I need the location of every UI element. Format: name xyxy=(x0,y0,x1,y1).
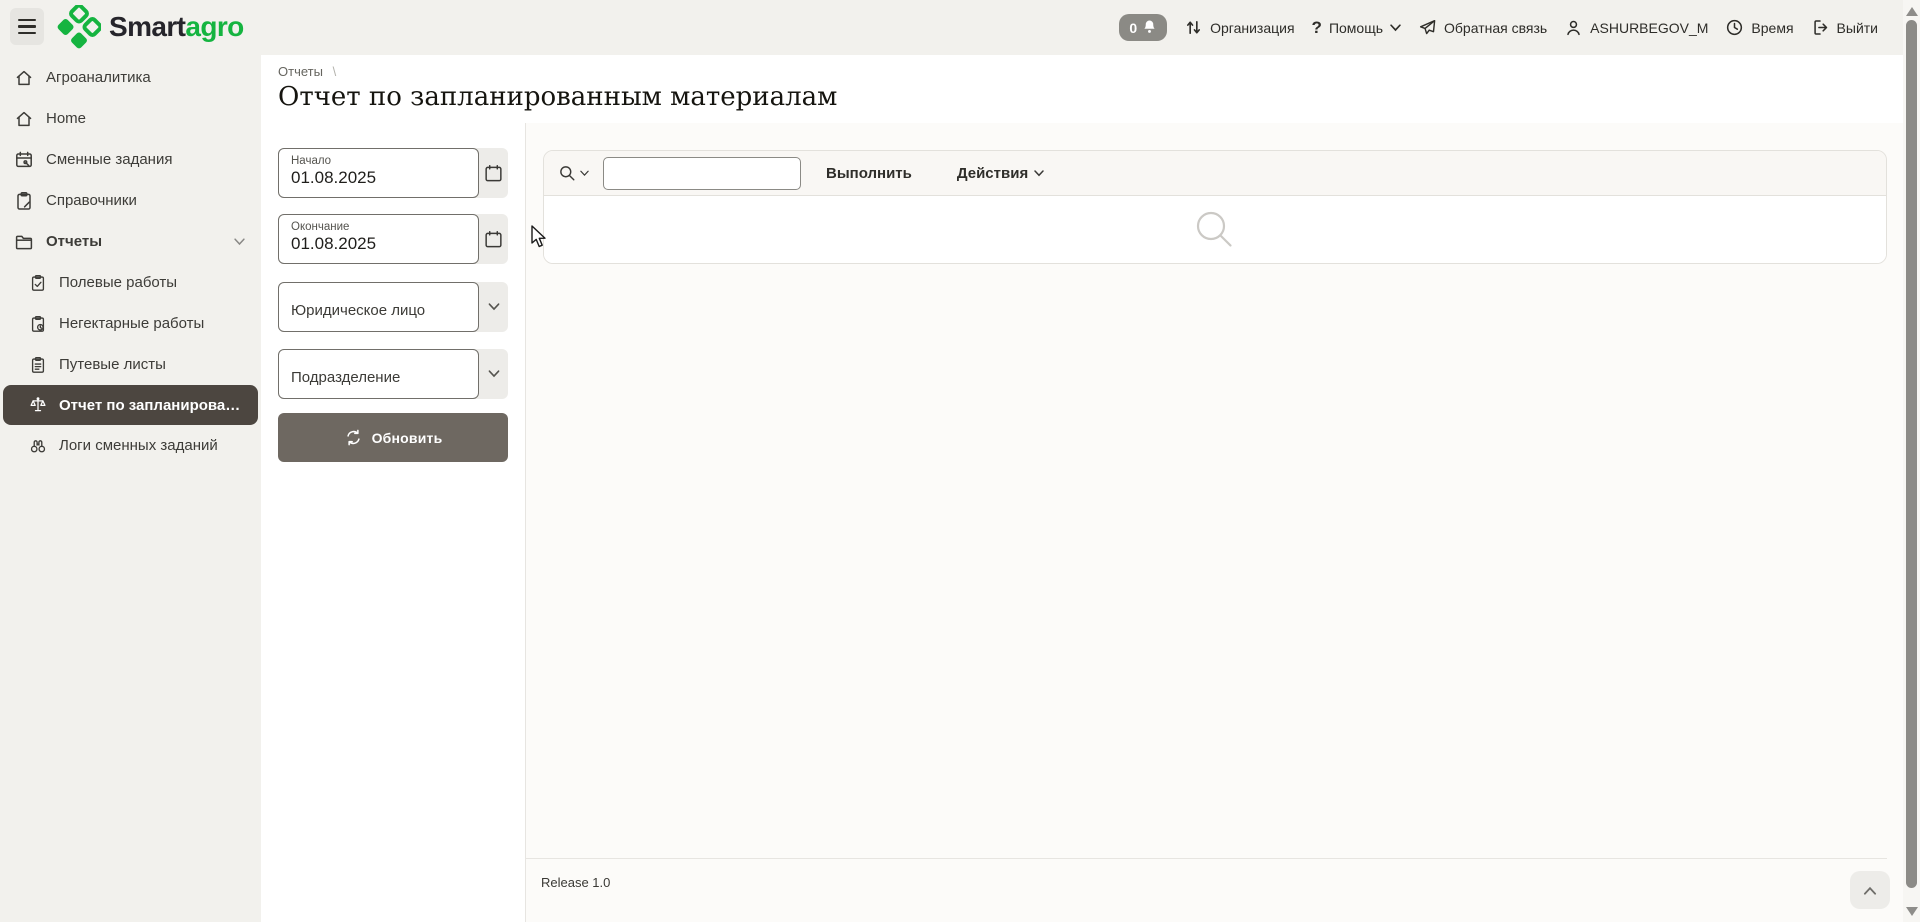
clipboard-clock-icon xyxy=(29,315,47,333)
sidebar-item-reports[interactable]: Отчеты xyxy=(0,221,261,262)
calendar-icon xyxy=(483,163,504,184)
organization-menu-item[interactable]: Организация xyxy=(1184,18,1294,37)
start-date-input[interactable]: Начало 01.08.2025 xyxy=(278,148,479,198)
hamburger-icon xyxy=(18,19,36,21)
clipboard-list-icon xyxy=(29,356,47,374)
release-version: Release 1.0 xyxy=(541,875,610,890)
division-placeholder: Подразделение xyxy=(291,369,400,386)
binoculars-icon xyxy=(29,437,47,455)
chevron-down-icon xyxy=(580,170,589,177)
scales-icon xyxy=(29,396,47,414)
page-footer: Release 1.0 xyxy=(526,858,1887,890)
header-actions: 0 Организация ? Помощь xyxy=(1119,0,1878,55)
user-menu-item[interactable]: ASHURBEGOV_M xyxy=(1564,18,1708,37)
search-options-button[interactable] xyxy=(558,164,589,183)
feedback-menu-item[interactable]: Обратная связь xyxy=(1418,18,1547,37)
legal-entity-dropdown-button[interactable] xyxy=(479,282,508,332)
refresh-button[interactable]: Обновить xyxy=(278,413,508,462)
clipboard-check-icon xyxy=(29,274,47,292)
paper-plane-icon xyxy=(1418,18,1437,37)
logout-menu-item[interactable]: Выйти xyxy=(1811,18,1878,37)
time-menu-item[interactable]: Время xyxy=(1725,18,1793,37)
end-date-calendar-button[interactable] xyxy=(479,214,508,264)
scrollbar-down-arrow[interactable] xyxy=(1906,907,1918,916)
sidebar-item-planned-materials-report[interactable]: Отчет по запланированным ... xyxy=(3,385,258,425)
chevron-down-icon xyxy=(1390,24,1401,32)
content-row: Начало 01.08.2025 Окончание 01.08.2025 xyxy=(261,123,1920,922)
clock-icon xyxy=(1725,18,1744,37)
start-date-calendar-button[interactable] xyxy=(479,148,508,198)
sidebar-item-shift-tasks[interactable]: Сменные задания xyxy=(0,139,261,180)
menu-toggle-button[interactable] xyxy=(10,8,44,45)
swap-arrows-icon xyxy=(1184,18,1203,37)
report-search-input[interactable] xyxy=(603,157,801,190)
end-date-label: Окончание xyxy=(291,221,478,233)
sidebar-item-field-works[interactable]: Полевые работы xyxy=(0,262,261,303)
legal-entity-field: Юридическое лицо xyxy=(278,282,508,332)
end-date-value: 01.08.2025 xyxy=(291,234,478,254)
division-select[interactable]: Подразделение xyxy=(278,349,479,399)
chevron-down-icon xyxy=(234,238,245,246)
main-content: Отчеты \ Отчет по запланированным матери… xyxy=(261,55,1920,922)
chevron-down-icon xyxy=(1034,170,1044,177)
app-logo[interactable]: Smartagro xyxy=(57,5,244,49)
notification-count-badge: 0 xyxy=(1129,20,1137,36)
sidebar-nav: Агроаналитика Home Сменные задания Справ… xyxy=(0,55,261,922)
division-field: Подразделение xyxy=(278,349,508,399)
notifications-button[interactable]: 0 xyxy=(1119,14,1167,41)
refresh-icon xyxy=(344,428,363,447)
sidebar-item-agroanalytics[interactable]: Агроаналитика xyxy=(0,57,261,98)
folder-icon xyxy=(14,232,34,252)
legal-entity-placeholder: Юридическое лицо xyxy=(291,302,425,319)
end-date-field: Окончание 01.08.2025 xyxy=(278,214,508,264)
start-date-field: Начало 01.08.2025 xyxy=(278,148,508,198)
scroll-to-top-button[interactable] xyxy=(1850,871,1890,909)
home-icon xyxy=(14,68,34,88)
app-header: Smartagro 0 Организация ? Помощь xyxy=(0,0,1920,55)
chevron-down-icon xyxy=(488,370,500,378)
end-date-input[interactable]: Окончание 01.08.2025 xyxy=(278,214,479,264)
report-region: Выполнить Действия Release 1.0 xyxy=(525,123,1920,922)
bell-icon xyxy=(1141,19,1158,36)
logo-text: Smartagro xyxy=(109,11,244,43)
clipboard-edit-icon xyxy=(14,191,34,211)
search-placeholder-icon xyxy=(1192,207,1238,253)
start-date-label: Начало xyxy=(291,155,478,167)
help-menu-item[interactable]: ? Помощь xyxy=(1312,18,1401,38)
page-title: Отчет по запланированным материалам xyxy=(278,82,1920,112)
chevron-down-icon xyxy=(488,303,500,311)
report-toolbar: Выполнить Действия xyxy=(544,151,1886,196)
sidebar-item-non-hectare-works[interactable]: Негектарные работы xyxy=(0,303,261,344)
sidebar-item-home[interactable]: Home xyxy=(0,98,261,139)
calendar-icon xyxy=(483,229,504,250)
calendar-tasks-icon xyxy=(14,150,34,170)
division-dropdown-button[interactable] xyxy=(479,349,508,399)
refresh-button-label: Обновить xyxy=(372,430,443,446)
scrollbar-up-arrow[interactable] xyxy=(1906,7,1918,16)
execute-button[interactable]: Выполнить xyxy=(816,159,922,188)
scrollbar-thumb[interactable] xyxy=(1906,20,1917,888)
actions-menu-button[interactable]: Действия xyxy=(947,159,1054,188)
sidebar-item-shift-task-logs[interactable]: Логи сменных заданий xyxy=(0,425,261,466)
breadcrumb: Отчеты \ xyxy=(261,55,1920,79)
chevron-up-icon xyxy=(1863,886,1877,895)
search-icon xyxy=(558,164,577,183)
sidebar-item-waybills[interactable]: Путевые листы xyxy=(0,344,261,385)
page-scrollbar xyxy=(1903,0,1920,922)
breadcrumb-reports-link[interactable]: Отчеты xyxy=(278,64,323,79)
logo-icon xyxy=(57,5,101,49)
filter-panel: Начало 01.08.2025 Окончание 01.08.2025 xyxy=(261,123,525,922)
sidebar-item-directories[interactable]: Справочники xyxy=(0,180,261,221)
person-icon xyxy=(1564,18,1583,37)
report-results-empty xyxy=(544,196,1886,263)
home-icon xyxy=(14,109,34,129)
app: Smartagro 0 Организация ? Помощь xyxy=(0,0,1920,922)
start-date-value: 01.08.2025 xyxy=(291,168,478,188)
legal-entity-select[interactable]: Юридическое лицо xyxy=(278,282,479,332)
question-icon: ? xyxy=(1312,18,1322,38)
breadcrumb-separator: \ xyxy=(333,64,337,79)
logout-icon xyxy=(1811,18,1830,37)
report-panel: Выполнить Действия xyxy=(543,150,1887,264)
